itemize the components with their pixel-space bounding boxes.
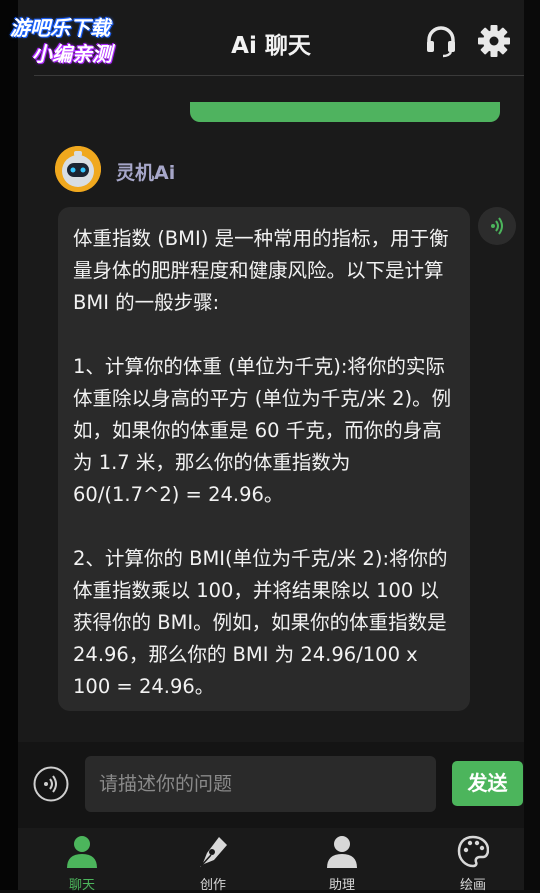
- bot-message-bubble: 体重指数 (BMI) 是一种常用的指标，用于衡量身体的肥胖程度和健康风险。以下是…: [58, 207, 470, 711]
- watermark-logo: 游吧乐下载 小编亲测: [4, 8, 154, 66]
- nav-label: 绘画: [459, 878, 486, 893]
- nav-item-assistant[interactable]: 助理: [282, 828, 402, 893]
- left-edge: [0, 0, 18, 890]
- message-paragraph: 2、计算你的 BMI(单位为千克/米 2):将你的体重指数乘以 100，并将结果…: [73, 547, 448, 698]
- nav-item-paint[interactable]: 绘画: [413, 828, 533, 893]
- person-icon: [67, 836, 97, 868]
- right-edge: [524, 0, 540, 890]
- watermark-line1: 游吧乐下载: [10, 16, 110, 40]
- message-paragraph: 体重指数 (BMI) 是一种常用的指标，用于衡量身体的肥胖程度和健康风险。以下是…: [73, 227, 449, 314]
- nav-label: 聊天: [68, 878, 95, 893]
- message-paragraph: 1、计算你的体重 (单位为千克):将你的实际体重除以身高的平方 (单位为千克/米…: [73, 355, 452, 506]
- chat-area: 灵机Ai 体重指数 (BMI) 是一种常用的指标，用于衡量身体的肥胖程度和健康风…: [18, 80, 524, 742]
- bot-avatar: [55, 146, 101, 192]
- gear-icon[interactable]: [477, 24, 511, 58]
- nav-item-chat[interactable]: 聊天: [22, 828, 142, 893]
- header-divider: [34, 75, 524, 76]
- pen-nib-icon: [200, 837, 227, 867]
- nav-label: 助理: [328, 878, 355, 893]
- person-icon: [327, 836, 357, 868]
- robot-icon: [55, 146, 101, 192]
- input-bar: 请描述你的问题 发送: [18, 742, 524, 828]
- nav-item-create[interactable]: 创作: [153, 828, 273, 893]
- voice-input-icon[interactable]: [33, 766, 69, 802]
- bottom-nav: 聊天 创作 助理 绘画: [18, 828, 524, 893]
- palette-icon: [457, 835, 489, 868]
- nav-label: 创作: [199, 878, 226, 893]
- previous-user-message: [190, 102, 500, 122]
- send-button[interactable]: 发送: [452, 761, 523, 806]
- watermark-line2: 小编亲测: [32, 42, 112, 66]
- bot-name: 灵机Ai: [116, 162, 176, 184]
- headset-icon[interactable]: [424, 24, 458, 58]
- question-input[interactable]: 请描述你的问题: [85, 756, 436, 812]
- bot-message-text: 体重指数 (BMI) 是一种常用的指标，用于衡量身体的肥胖程度和健康风险。以下是…: [73, 223, 458, 703]
- play-audio-icon[interactable]: [478, 207, 516, 245]
